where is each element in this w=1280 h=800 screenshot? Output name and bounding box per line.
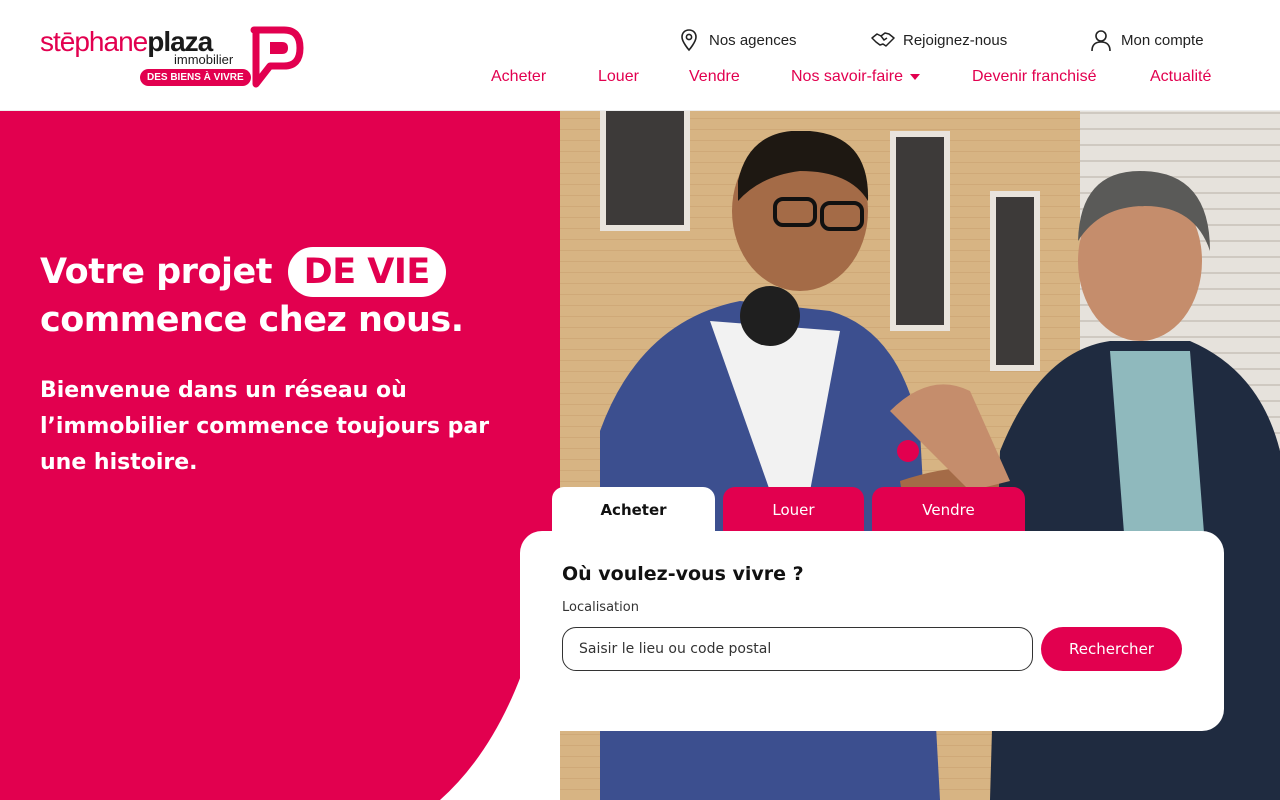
- handshake-icon: [871, 32, 895, 47]
- localisation-input[interactable]: [562, 627, 1033, 671]
- nav-item-nos-savoir-faire-label: Nos savoir-faire: [791, 68, 904, 85]
- search-tab-acheter[interactable]: Acheter: [552, 487, 715, 532]
- search-card: Où voulez-vous vivre ? Localisation Rech…: [520, 531, 1224, 731]
- nav-item-acheter[interactable]: Acheter: [491, 68, 546, 86]
- nos-agences-label: Nos agences: [709, 31, 797, 49]
- hero-headline-part1: Votre projet: [40, 252, 272, 292]
- caret-down-icon: [910, 73, 921, 80]
- mon-compte-link[interactable]: Mon compte: [1089, 28, 1204, 52]
- nav-item-devenir-franchise[interactable]: Devenir franchisé: [972, 68, 1097, 86]
- rechercher-button[interactable]: Rechercher: [1041, 627, 1182, 671]
- search-tab-louer[interactable]: Louer: [723, 487, 864, 532]
- brand-name-light: stēphane: [40, 26, 148, 57]
- main-nav: Acheter Louer Vendre Nos savoir-faire De…: [0, 68, 1280, 90]
- hero-section: Votre projet DE VIE commence chez nous. …: [0, 111, 1280, 800]
- localisation-label: Localisation: [562, 600, 639, 615]
- rejoignez-nous-label: Rejoignez-nous: [903, 31, 1008, 49]
- nav-item-louer[interactable]: Louer: [598, 68, 639, 86]
- brand-subtitle: immobilier: [174, 52, 234, 67]
- user-icon: [1091, 30, 1111, 52]
- search-question: Où voulez-vous vivre ?: [562, 563, 804, 585]
- nos-agences-link[interactable]: Nos agences: [677, 28, 797, 52]
- location-pin-icon: [681, 29, 697, 52]
- search-tab-vendre[interactable]: Vendre: [872, 487, 1025, 532]
- rejoignez-nous-link[interactable]: Rejoignez-nous: [871, 28, 1007, 52]
- hero-subline: Bienvenue dans un réseau où l’immobilier…: [40, 378, 490, 475]
- hero-headline: Votre projet DE VIE commence chez nous.: [40, 247, 560, 343]
- mon-compte-label: Mon compte: [1121, 31, 1204, 49]
- site-header: stēphaneplaza immobilier DES BIENS À VIV…: [0, 0, 1280, 111]
- nav-item-actualite[interactable]: Actualité: [1150, 68, 1211, 86]
- nav-item-vendre[interactable]: Vendre: [689, 68, 740, 86]
- nav-item-nos-savoir-faire[interactable]: Nos savoir-faire: [791, 68, 921, 86]
- hero-headline-part2: commence chez nous.: [40, 300, 464, 340]
- hero-headline-tag: DE VIE: [287, 247, 446, 297]
